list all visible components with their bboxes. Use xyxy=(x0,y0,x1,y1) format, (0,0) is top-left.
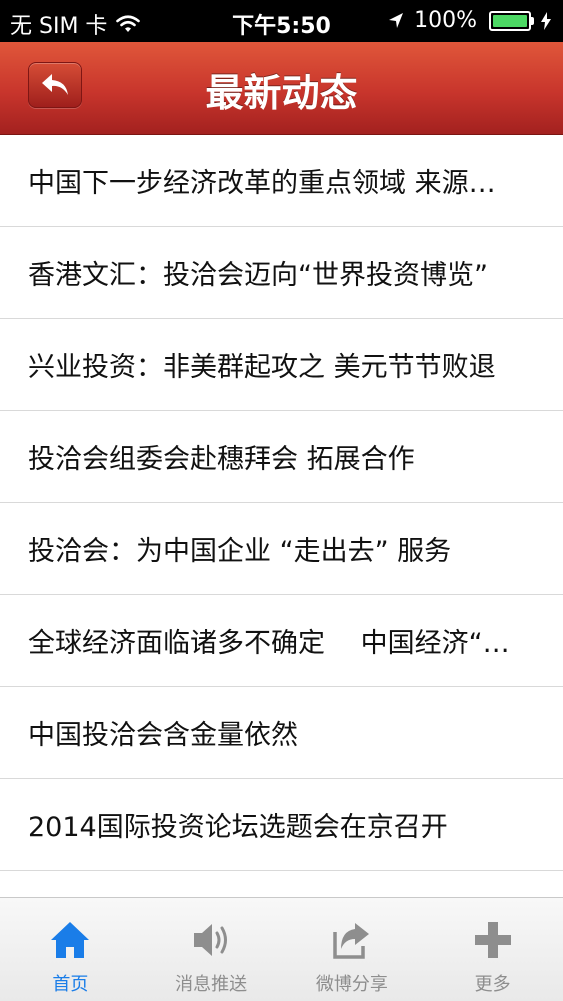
list-item-title: 投洽会：为中国企业 “走出去” 服务 xyxy=(28,536,452,567)
list-item[interactable]: 全球经济面临诸多不确定 中国经济“… xyxy=(0,595,563,687)
list-item[interactable]: 2014国际投资论坛选题会在京召开 xyxy=(0,779,563,871)
tab-more-label: 更多 xyxy=(474,974,511,995)
tab-home[interactable]: 首页 xyxy=(0,898,141,1001)
list-item[interactable]: 中国投洽会含金量依然 xyxy=(0,687,563,779)
tab-weibo-share[interactable]: 微博分享 xyxy=(282,898,423,1001)
tab-more[interactable]: 更多 xyxy=(422,898,563,1001)
tab-push-label: 消息推送 xyxy=(175,974,248,995)
news-list[interactable]: 中国下一步经济改革的重点领域 来源… 香港文汇：投洽会迈向“世界投资博览” 兴业… xyxy=(0,135,563,897)
list-item[interactable]: 兴业投资：非美群起攻之 美元节节败退 xyxy=(0,319,563,411)
page-title: 最新动态 xyxy=(205,71,358,115)
tab-home-label: 首页 xyxy=(52,974,89,995)
list-item-title: 中国投洽会含金量依然 xyxy=(28,720,298,751)
list-item[interactable]: 香港文汇：投洽会迈向“世界投资博览” xyxy=(0,227,563,319)
speaker-icon xyxy=(189,918,233,962)
list-item-title: 中国下一步经济改革的重点领域 来源… xyxy=(28,168,496,199)
list-item-title: 香港文汇：投洽会迈向“世界投资博览” xyxy=(28,260,488,291)
share-icon xyxy=(330,918,374,962)
list-item[interactable]: 中国下一步经济改革的重点领域 来源… xyxy=(0,135,563,227)
list-item-title: 兴业投资：非美群起攻之 美元节节败退 xyxy=(28,352,496,383)
status-bar: 无 SIM 卡 下午5:50 100% xyxy=(0,0,563,42)
charging-bolt-icon xyxy=(541,11,551,30)
status-right: 100% xyxy=(388,8,551,33)
tab-weibo-share-label: 微博分享 xyxy=(315,974,388,995)
plus-icon xyxy=(471,918,515,962)
home-icon xyxy=(48,918,92,962)
list-item-title: 2014国际投资论坛选题会在京召开 xyxy=(28,812,448,843)
tab-push[interactable]: 消息推送 xyxy=(141,898,282,1001)
list-item[interactable] xyxy=(0,871,563,897)
battery-percent: 100% xyxy=(414,8,477,33)
navigation-bar: 最新动态 xyxy=(0,42,563,135)
location-arrow-icon xyxy=(389,12,404,28)
list-item-title: 投洽会组委会赴穗拜会 拓展合作 xyxy=(28,444,415,475)
list-item[interactable]: 投洽会：为中国企业 “走出去” 服务 xyxy=(0,503,563,595)
tab-bar: 首页 消息推送 微博分享 更多 xyxy=(0,897,563,1001)
battery-icon xyxy=(489,10,534,31)
list-item[interactable]: 投洽会组委会赴穗拜会 拓展合作 xyxy=(0,411,563,503)
list-item-title: 全球经济面临诸多不确定 中国经济“… xyxy=(28,628,510,659)
